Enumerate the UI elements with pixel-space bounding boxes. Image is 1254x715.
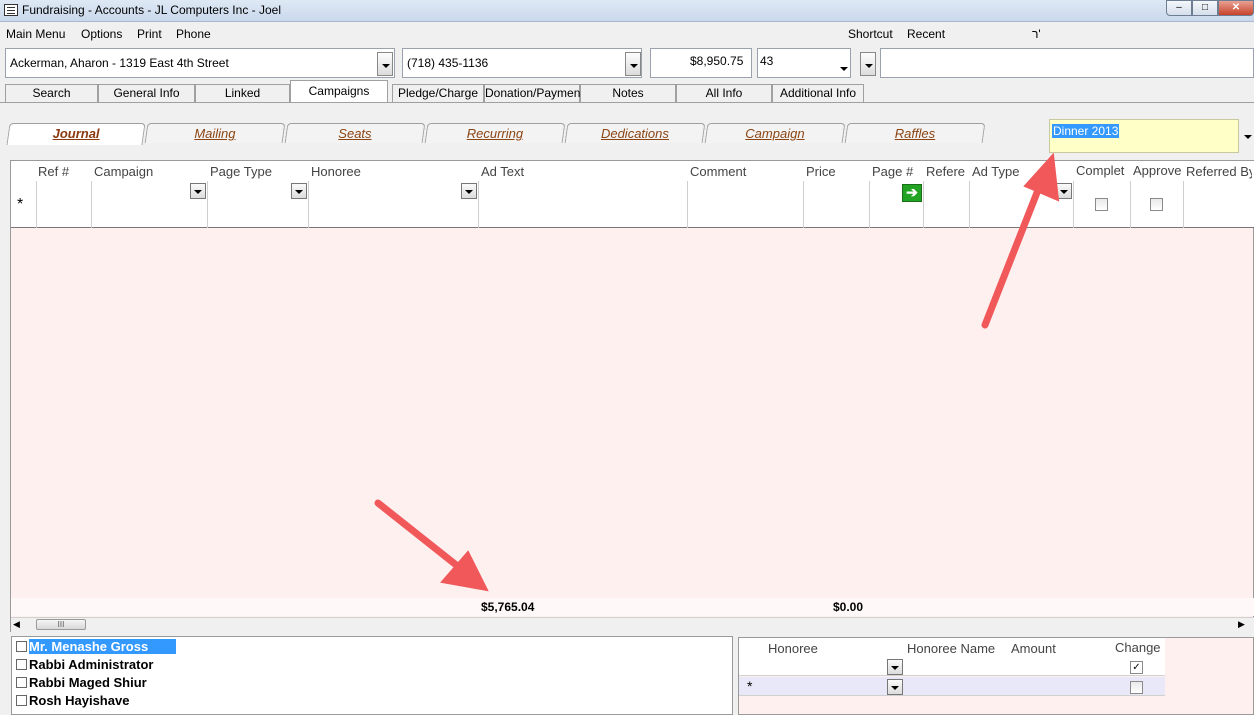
- arrow-to-campaign-select: [981, 181, 1044, 329]
- annotation-arrows: [374, 152, 1060, 592]
- arrow-to-total: [374, 499, 464, 572]
- arrowhead-campaign: [1023, 152, 1060, 202]
